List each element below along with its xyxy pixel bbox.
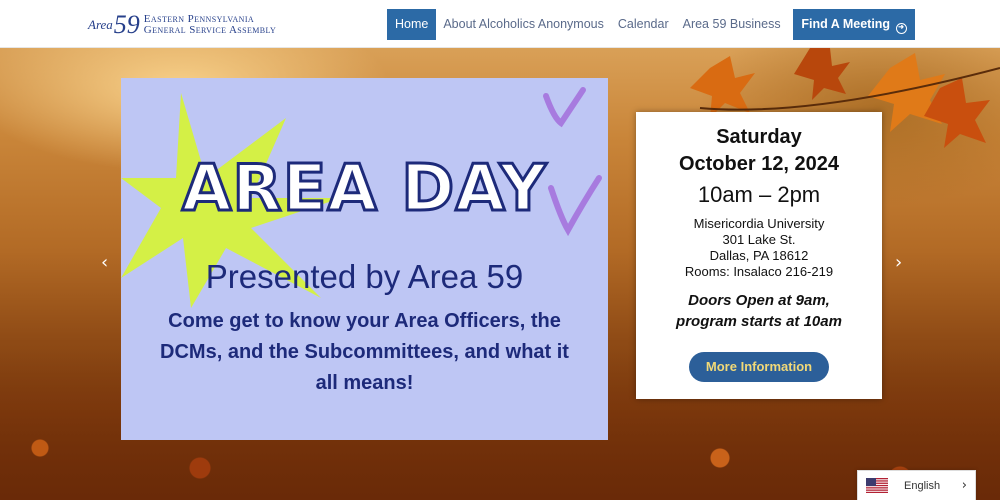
nav-home[interactable]: Home	[387, 9, 437, 40]
slide-body: Come get to know your Area Officers, the…	[160, 310, 569, 394]
area-day-slide: AREA DAY Presented by Area 59 Come get t…	[121, 78, 608, 440]
logo-area-word: Area	[88, 17, 113, 32]
event-street: 301 Lake St.	[722, 232, 796, 247]
event-time: 10am – 2pm	[697, 182, 821, 207]
slide-title: AREA DAY	[180, 152, 548, 226]
event-day: Saturday	[716, 126, 802, 148]
chevron-left-icon[interactable]: ‹	[101, 252, 108, 273]
site-header: Area 59 Eastern Pennsylvania General Ser…	[0, 0, 1000, 48]
find-a-meeting-button[interactable]: Find A Meeting ➜	[793, 9, 915, 40]
event-info-card: Saturday October 12, 2024 10am – 2pm Mis…	[636, 112, 882, 399]
chevron-right-icon[interactable]: ›	[895, 252, 902, 273]
nav-calendar[interactable]: Calendar	[611, 9, 676, 40]
event-address: Misericordia University 301 Lake St. Dal…	[636, 216, 882, 280]
us-flag-icon	[866, 478, 888, 493]
language-label: English	[904, 479, 941, 492]
site-logo[interactable]: Area 59 Eastern Pennsylvania General Ser…	[88, 10, 276, 40]
event-doors-open: Doors Open at 9am,	[688, 292, 830, 309]
slide-subtitle: Presented by Area 59	[205, 258, 524, 295]
event-schedule: Doors Open at 9am, program starts at 10a…	[636, 290, 882, 332]
find-a-meeting-label: Find A Meeting	[801, 17, 891, 31]
logo-area-number: 59	[113, 10, 140, 39]
event-city: Dallas, PA 18612	[709, 248, 809, 263]
logo-text: Eastern Pennsylvania General Service Ass…	[144, 14, 276, 36]
hero-carousel: ‹ › AREA DAY Presented by Area 59 Come g…	[0, 48, 1000, 500]
event-date: October 12, 2024	[678, 153, 840, 175]
event-venue: Misericordia University	[693, 216, 825, 231]
nav-area-59-business[interactable]: Area 59 Business	[676, 9, 788, 40]
language-selector[interactable]: English ›	[857, 470, 976, 500]
main-nav: Home About Alcoholics Anonymous Calendar…	[387, 9, 788, 40]
event-rooms: Rooms: Insalaco 216-219	[684, 264, 834, 279]
event-program-start: program starts at 10am	[676, 313, 842, 330]
logo-line-2: General Service Assembly	[143, 24, 277, 36]
more-information-button[interactable]: More Information	[689, 352, 829, 382]
arrow-circle-right-icon: ➜	[895, 23, 907, 34]
chevron-right-icon: ›	[961, 478, 967, 493]
nav-about-aa[interactable]: About Alcoholics Anonymous	[436, 9, 611, 40]
